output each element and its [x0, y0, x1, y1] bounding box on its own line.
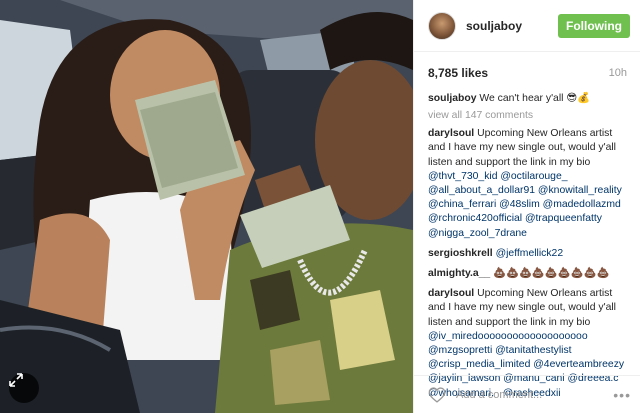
photo-illustration [0, 0, 413, 413]
post-time[interactable]: 10h [609, 67, 627, 79]
following-button[interactable]: Following [558, 13, 630, 38]
post-photo[interactable] [0, 0, 413, 413]
view-all-comments-link[interactable]: view all 147 comments [428, 110, 630, 121]
caption-author[interactable]: souljaboy [428, 93, 477, 104]
comment-author[interactable]: sergioshkrell [428, 248, 493, 259]
comments-list: souljaboy We can't hear y'all 😎💰 view al… [414, 86, 640, 396]
heart-icon[interactable] [428, 386, 446, 403]
expand-button[interactable] [9, 373, 39, 403]
comment-author[interactable]: darylsoul [428, 128, 474, 139]
comment-author[interactable]: almighty.a__ [428, 268, 490, 279]
add-comment-input[interactable]: Add a comment... [456, 389, 613, 401]
comment-footer: Add a comment... ••• [414, 375, 640, 413]
comment-item: sergioshkrell @jeffmellick22 [428, 247, 630, 261]
more-options-button[interactable]: ••• [613, 387, 631, 403]
comment-author[interactable]: darylsoul [428, 288, 474, 299]
comment-text: 💩💩💩💩💩💩💩💩💩 [493, 268, 610, 280]
post-side-panel: souljaboy Following 8,785 likes 10h soul… [413, 0, 640, 413]
avatar[interactable] [428, 11, 456, 40]
header-username[interactable]: souljaboy [466, 19, 558, 33]
comment-item: darylsoul Upcoming New Orleans artist an… [428, 127, 630, 241]
caption: souljaboy We can't hear y'all 😎💰 [428, 92, 630, 106]
post-stats: 8,785 likes 10h [414, 52, 640, 86]
caption-text: We can't hear y'all 😎💰 [479, 93, 591, 104]
comment-mentions[interactable]: @thvt_730_kid @octilarouge_ @all_about_a… [428, 171, 622, 239]
comment-item: almighty.a__ 💩💩💩💩💩💩💩💩💩 [428, 267, 630, 281]
likes-count[interactable]: 8,785 likes [428, 66, 488, 80]
post-header: souljaboy Following [414, 0, 640, 52]
expand-icon [9, 373, 23, 387]
comment-mentions[interactable]: @jeffmellick22 [496, 248, 564, 259]
